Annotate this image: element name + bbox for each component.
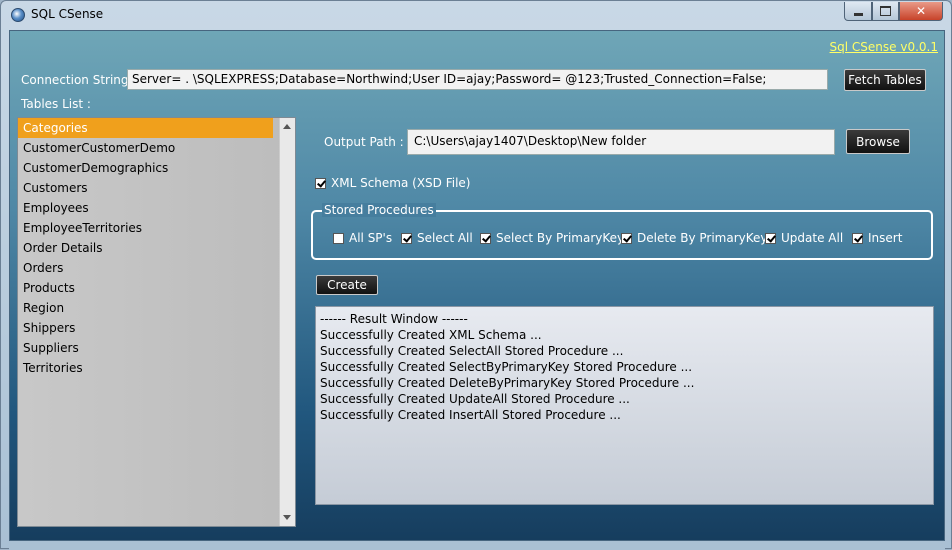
scroll-down-icon[interactable] — [283, 515, 291, 520]
main-panel: Sql CSense v0.0.1 Connection String : Se… — [9, 30, 945, 541]
result-line: Successfully Created UpdateAll Stored Pr… — [320, 392, 630, 406]
all-sps-checkbox[interactable]: All SP's — [333, 231, 392, 245]
table-list-item[interactable]: Region — [18, 298, 273, 318]
connection-string-input[interactable]: Server= . \SQLEXPRESS;Database=Northwind… — [127, 69, 828, 90]
listbox-scrollbar[interactable] — [279, 118, 295, 526]
table-list-item[interactable]: Categories — [18, 118, 273, 138]
select-all-label: Select All — [417, 231, 473, 245]
all-sps-check-icon — [333, 232, 344, 244]
close-icon: ✕ — [915, 4, 927, 18]
table-list-item[interactable]: Orders — [18, 258, 273, 278]
result-line: Successfully Created InsertAll Stored Pr… — [320, 408, 621, 422]
result-window[interactable]: ------ Result Window ------ Successfully … — [315, 306, 934, 505]
table-list-item[interactable]: Order Details — [18, 238, 273, 258]
update-all-checkbox[interactable]: Update All — [765, 231, 843, 245]
result-line: Successfully Created SelectAll Stored Pr… — [320, 344, 624, 358]
table-list-item[interactable]: Employees — [18, 198, 273, 218]
xml-schema-checkbox[interactable]: XML Schema (XSD File) — [315, 176, 470, 190]
maximize-button[interactable] — [872, 2, 899, 21]
select-by-primarykey-check-icon — [480, 232, 491, 244]
minimize-icon — [853, 12, 863, 16]
delete-by-primarykey-checkbox[interactable]: Delete By PrimaryKey — [621, 231, 768, 245]
select-all-checkbox[interactable]: Select All — [401, 231, 473, 245]
update-all-label: Update All — [781, 231, 844, 245]
version-link[interactable]: Sql CSense v0.0.1 — [830, 40, 938, 54]
scroll-up-icon[interactable] — [283, 124, 291, 129]
all-sps-label: All SP's — [349, 231, 393, 245]
select-all-check-icon — [401, 232, 412, 244]
table-list-item[interactable]: Customers — [18, 178, 273, 198]
window-title: SQL CSense — [31, 7, 104, 21]
xml-schema-label: XML Schema (XSD File) — [331, 176, 471, 190]
table-list-item[interactable]: CustomerCustomerDemo — [18, 138, 273, 158]
fetch-tables-button[interactable]: Fetch Tables — [844, 69, 926, 91]
output-path-input[interactable]: C:\Users\ajay1407\Desktop\New folder — [407, 129, 835, 155]
maximize-icon — [880, 6, 891, 16]
select-by-primarykey-label: Select By PrimaryKey — [496, 231, 625, 245]
select-by-primarykey-checkbox[interactable]: Select By PrimaryKey — [480, 231, 624, 245]
app-icon — [11, 8, 25, 22]
minimize-button[interactable] — [844, 2, 872, 21]
xml-schema-check-icon — [315, 177, 326, 189]
table-list-item[interactable]: EmployeeTerritories — [18, 218, 273, 238]
result-line: ------ Result Window ------ — [320, 312, 468, 326]
table-list-item[interactable]: CustomerDemographics — [18, 158, 273, 178]
update-all-check-icon — [765, 232, 776, 244]
insert-check-icon — [852, 232, 863, 244]
insert-label: Insert — [868, 231, 903, 245]
result-line: Successfully Created XML Schema ... — [320, 328, 542, 342]
browse-button[interactable]: Browse — [846, 129, 910, 154]
tables-list-label: Tables List : — [21, 97, 91, 111]
result-line: Successfully Created SelectByPrimaryKey … — [320, 360, 693, 374]
insert-checkbox[interactable]: Insert — [852, 231, 902, 245]
table-list-item[interactable]: Territories — [18, 358, 273, 378]
output-path-label: Output Path : — [324, 135, 404, 149]
result-line: Successfully Created DeleteByPrimaryKey … — [320, 376, 695, 390]
close-button[interactable]: ✕ — [899, 2, 943, 21]
table-list-item[interactable]: Products — [18, 278, 273, 298]
title-bar[interactable]: SQL CSense ✕ — [1, 1, 951, 29]
table-list-item[interactable]: Suppliers — [18, 338, 273, 358]
delete-by-primarykey-label: Delete By PrimaryKey — [637, 231, 768, 245]
table-list-item[interactable]: Shippers — [18, 318, 273, 338]
app-window: SQL CSense ✕ Sql CSense v0.0.1 Connectio… — [0, 0, 952, 550]
tables-listbox[interactable]: Categories CustomerCustomerDemo CustomerDe… — [17, 117, 296, 527]
connection-string-label: Connection String : — [21, 73, 137, 87]
stored-procedures-legend: Stored Procedures — [322, 203, 436, 217]
delete-by-primarykey-check-icon — [621, 232, 632, 244]
create-button[interactable]: Create — [316, 275, 378, 295]
